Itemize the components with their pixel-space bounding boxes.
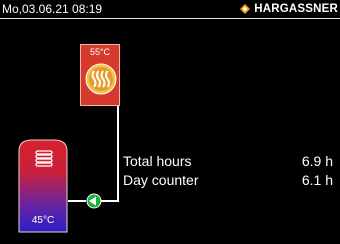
day-counter-label: Day counter bbox=[123, 172, 199, 188]
supply-pipe-vertical bbox=[117, 106, 119, 202]
boiler-unit[interactable]: 55°C bbox=[80, 44, 120, 106]
total-hours-label: Total hours bbox=[123, 153, 192, 169]
supply-pipe-horizontal bbox=[101, 200, 119, 202]
status-bar: Mo,03.06.21 08:19 HARGASSNER bbox=[0, 0, 340, 19]
tank-temperature: 45°C bbox=[31, 215, 55, 226]
brand-name: HARGASSNER bbox=[254, 3, 338, 15]
total-hours-value: 6.9 h bbox=[301, 153, 333, 169]
storage-tank[interactable]: 45°C bbox=[18, 139, 68, 233]
boiler-temperature: 55°C bbox=[89, 47, 111, 57]
date-time: Mo,03.06.21 08:19 bbox=[2, 2, 103, 16]
brand: HARGASSNER bbox=[240, 1, 338, 17]
pump-icon[interactable] bbox=[86, 193, 102, 209]
tank-pipe-horizontal bbox=[68, 200, 86, 202]
hargassner-logo-icon bbox=[240, 4, 251, 14]
day-counter-value: 6.1 h bbox=[301, 172, 333, 188]
coil-icon bbox=[35, 150, 53, 167]
heat-waves-icon bbox=[85, 63, 117, 95]
